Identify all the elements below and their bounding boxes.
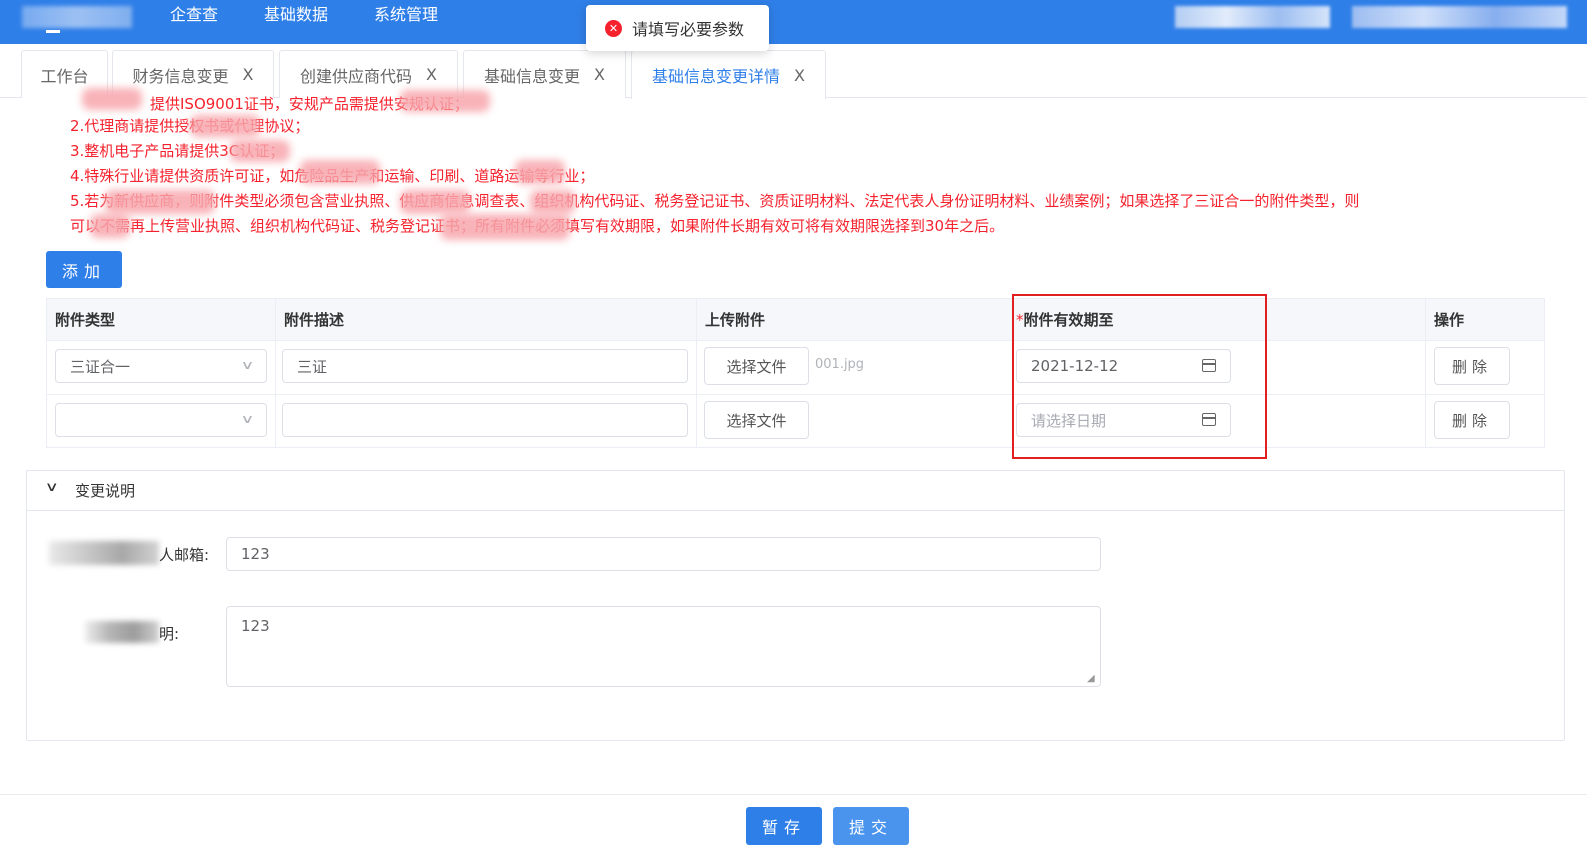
- description-label: 明:: [159, 625, 180, 643]
- col-header-upload: 上传附件: [697, 299, 1013, 341]
- col-header-type: 附件类型: [47, 299, 276, 341]
- attachment-type-select[interactable]: 三证合一 ∨: [55, 349, 267, 383]
- top-navbar: 企查查 基础数据 系统管理: [0, 0, 1587, 44]
- redaction: [530, 190, 575, 214]
- redaction: [49, 541, 159, 565]
- tab-label: 创建供应商代码: [300, 66, 413, 86]
- email-input[interactable]: 123: [226, 537, 1101, 571]
- annotation-highlight-box: [1012, 294, 1267, 459]
- redaction: [300, 160, 380, 184]
- redaction: [400, 190, 470, 214]
- redaction: [190, 115, 260, 137]
- file-name[interactable]: 001.jpg: [815, 357, 864, 372]
- notice-line-5: 5.若为新供应商，则附件类型必须包含营业执照、供应商信息调查表、组织机构代码证、…: [70, 192, 1360, 210]
- logo: [22, 6, 132, 28]
- chevron-down-icon[interactable]: ∨: [45, 480, 59, 495]
- chevron-down-icon: ∨: [240, 412, 255, 426]
- select-value: 三证合一: [70, 357, 131, 376]
- toast-message: 请填写必要参数: [632, 20, 745, 39]
- user-menu[interactable]: [1352, 6, 1567, 28]
- col-header-action: 操作: [1426, 299, 1544, 341]
- top-nav: 企查查 基础数据 系统管理: [170, 4, 438, 26]
- attachment-desc-input[interactable]: 三证: [282, 349, 688, 383]
- close-icon[interactable]: X: [243, 65, 254, 84]
- attachment-table: 附件类型 附件描述 上传附件 * 附件有效期至 操作 三证合一 ∨ 三证 选择文…: [46, 298, 1545, 448]
- change-description-card: ∨ 变更说明 人邮箱: 123 明: 123 ◢: [26, 470, 1565, 741]
- error-toast: ✕ 请填写必要参数: [586, 5, 769, 51]
- tab-label: 基础信息变更: [484, 66, 581, 86]
- nav-item-qichacha[interactable]: 企查查: [170, 4, 218, 26]
- section-title: 变更说明: [75, 482, 136, 500]
- description-textarea[interactable]: 123: [226, 606, 1101, 687]
- close-icon[interactable]: X: [594, 65, 605, 84]
- table-cell: 选择文件: [697, 395, 1013, 447]
- tab-bar: 工作台 财务信息变更 X 创建供应商代码 X 基础信息变更 X 基础信息变更详情…: [0, 44, 1587, 99]
- chevron-down-icon: ∨: [240, 358, 255, 372]
- redaction: [230, 140, 290, 162]
- submit-button[interactable]: 提交: [833, 807, 909, 845]
- table-cell: 三证合一 ∨: [47, 341, 276, 395]
- attachment-desc-input[interactable]: [282, 403, 688, 437]
- collapse-header[interactable]: ∨ 变更说明: [27, 471, 1564, 511]
- redaction: [85, 621, 159, 643]
- redaction: [82, 88, 142, 110]
- redaction: [90, 214, 130, 238]
- table-cell: ∨: [47, 395, 276, 447]
- table-cell: 三证: [276, 341, 697, 395]
- tab-label: 基础信息变更详情: [652, 67, 781, 86]
- table-cell: 选择文件 001.jpg: [697, 341, 1013, 395]
- tab-label: 财务信息变更: [132, 66, 229, 86]
- tab-basic-info-change[interactable]: 基础信息变更 X: [463, 50, 626, 98]
- close-icon[interactable]: X: [794, 66, 805, 85]
- save-draft-button[interactable]: 暂存: [746, 807, 822, 845]
- footer-divider: [0, 794, 1587, 795]
- attachment-type-select[interactable]: ∨: [55, 403, 267, 437]
- email-label: 人邮箱:: [159, 546, 210, 564]
- close-icon[interactable]: X: [426, 65, 437, 84]
- user-info[interactable]: [1175, 6, 1330, 28]
- add-button[interactable]: 添加: [46, 251, 122, 288]
- nav-item-system-admin[interactable]: 系统管理: [374, 4, 438, 26]
- redaction: [440, 214, 570, 240]
- menu-toggle-icon[interactable]: [46, 30, 60, 33]
- tab-basic-info-change-detail[interactable]: 基础信息变更详情 X: [631, 50, 826, 99]
- resize-handle-icon[interactable]: ◢: [1087, 673, 1095, 684]
- redaction: [515, 160, 565, 184]
- choose-file-button[interactable]: 选择文件: [704, 347, 809, 385]
- redaction: [105, 190, 215, 214]
- error-circle-icon: ✕: [605, 19, 622, 37]
- delete-button[interactable]: 删除: [1434, 401, 1510, 439]
- delete-button[interactable]: 删除: [1434, 347, 1510, 385]
- col-header-desc: 附件描述: [276, 299, 697, 341]
- table-cell: [276, 395, 697, 447]
- tab-label: 工作台: [40, 66, 89, 86]
- redaction: [400, 90, 490, 112]
- choose-file-button[interactable]: 选择文件: [704, 401, 809, 439]
- table-cell: 删除: [1426, 395, 1544, 447]
- nav-item-basic-data[interactable]: 基础数据: [264, 4, 328, 26]
- table-cell: 删除: [1426, 341, 1544, 395]
